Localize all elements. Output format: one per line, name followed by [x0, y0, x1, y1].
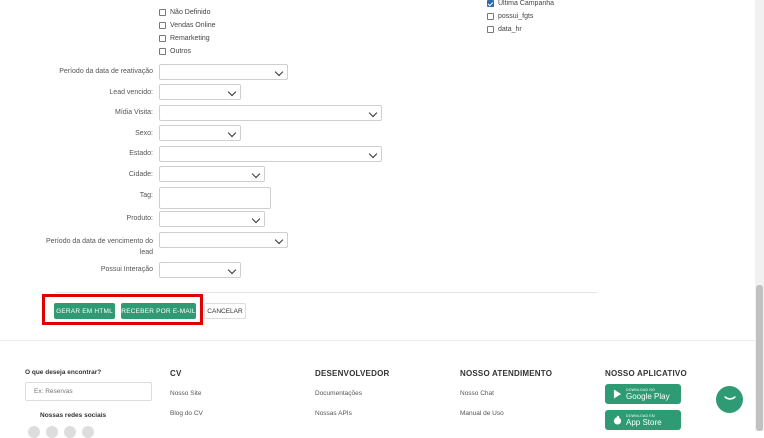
checkbox-remarketing[interactable]: Remarketing	[159, 35, 210, 42]
checkbox-vendas-online[interactable]: Vendas Online	[159, 22, 216, 29]
app-store-button[interactable]: DOWNLOAD EM App Store	[605, 410, 681, 430]
label-midia-visita: Mídia Visita:	[115, 109, 153, 116]
chevron-down-icon	[227, 87, 237, 97]
chat-button[interactable]	[716, 386, 743, 413]
checkbox-possui-fgts[interactable]: possui_fgts	[487, 13, 533, 20]
label-periodo-vencimento: Período da data de vencimento do lead	[30, 236, 153, 258]
label-line: lead	[139, 249, 153, 256]
scrollbar-thumb[interactable]	[756, 285, 763, 431]
checkbox-box-checked[interactable]	[487, 0, 494, 7]
select-periodo-vencimento[interactable]	[159, 232, 288, 248]
google-play-button[interactable]: DOWNLOAD NO Google Play	[605, 384, 681, 404]
highlight-box	[42, 294, 203, 325]
instagram-icon[interactable]	[46, 426, 58, 438]
chevron-down-icon	[274, 67, 284, 77]
label-produto: Produto:	[126, 215, 153, 222]
tag-input[interactable]	[159, 187, 271, 209]
select-possui-interacao[interactable]	[159, 262, 241, 278]
checkbox-outros[interactable]: Outros	[159, 48, 191, 55]
checkbox-ultima-campanha[interactable]: Ultima Campanha	[487, 0, 554, 7]
google-play-big: Google Play	[626, 391, 670, 401]
checkbox-box[interactable]	[487, 13, 494, 20]
chevron-down-icon	[227, 265, 237, 275]
footer-cv-title: CV	[170, 369, 182, 378]
footer-link-nosso-site[interactable]: Nosso Site	[170, 390, 201, 397]
select-periodo-reativacao[interactable]	[159, 64, 288, 80]
select-cidade[interactable]	[159, 166, 265, 182]
cancel-button[interactable]: CANCELAR	[204, 303, 246, 319]
chevron-down-icon	[368, 149, 378, 159]
scrollbar[interactable]	[755, 0, 764, 431]
footer-link-apis[interactable]: Nossas APIs	[315, 410, 352, 417]
footer-link-blog[interactable]: Blog do CV	[170, 410, 203, 417]
checkbox-box[interactable]	[159, 22, 166, 29]
facebook-icon[interactable]	[28, 426, 40, 438]
footer-link-chat[interactable]: Nosso Chat	[460, 390, 494, 397]
search-input[interactable]	[25, 382, 152, 401]
chevron-down-icon	[274, 235, 284, 245]
label-tag: Tag:	[139, 192, 153, 199]
app-store-big: App Store	[626, 417, 662, 427]
label-cidade: Cidade:	[128, 171, 153, 178]
chevron-down-icon	[251, 214, 261, 224]
social-title: Nossas redes sociais	[40, 412, 107, 419]
select-midia-visita[interactable]	[159, 105, 382, 121]
divider	[55, 292, 597, 293]
checkbox-box[interactable]	[487, 26, 494, 33]
label-estado: Estado:	[129, 150, 153, 157]
footer-dev-title: DESENVOLVEDOR	[315, 369, 390, 378]
apple-icon	[613, 415, 622, 425]
label-line: Período da data de vencimento do	[45, 238, 153, 245]
checkbox-box[interactable]	[159, 48, 166, 55]
select-sexo[interactable]	[159, 125, 241, 141]
footer-link-manual[interactable]: Manual de Uso	[460, 410, 504, 417]
footer-app-title: NOSSO APLICATIVO	[605, 369, 687, 378]
linkedin-icon[interactable]	[64, 426, 76, 438]
checkbox-data-hr[interactable]: data_hr	[487, 26, 522, 33]
google-play-icon	[613, 389, 622, 399]
select-lead-vencido[interactable]	[159, 84, 241, 100]
youtube-icon[interactable]	[82, 426, 94, 438]
search-title: O que deseja encontrar?	[25, 369, 102, 376]
chevron-down-icon	[368, 108, 378, 118]
select-produto[interactable]	[159, 211, 265, 227]
label-lead-vencido: Lead vencido:	[109, 89, 153, 96]
label-sexo: Sexo:	[135, 130, 153, 137]
checkbox-box[interactable]	[159, 35, 166, 42]
select-estado[interactable]	[159, 146, 382, 162]
chevron-down-icon	[227, 128, 237, 138]
footer-link-documentacoes[interactable]: Documentações	[315, 390, 362, 397]
checkbox-box[interactable]	[159, 9, 166, 16]
label-possui-interacao: Possui Interação	[100, 266, 153, 273]
footer-atendimento-title: NOSSO ATENDIMENTO	[460, 369, 553, 378]
checkbox-nao-definido[interactable]: Não Definido	[159, 9, 210, 16]
label-periodo-reativacao: Período da data de reativação	[59, 68, 153, 75]
chat-icon	[723, 395, 736, 400]
chevron-down-icon	[251, 169, 261, 179]
footer-divider	[0, 340, 755, 341]
